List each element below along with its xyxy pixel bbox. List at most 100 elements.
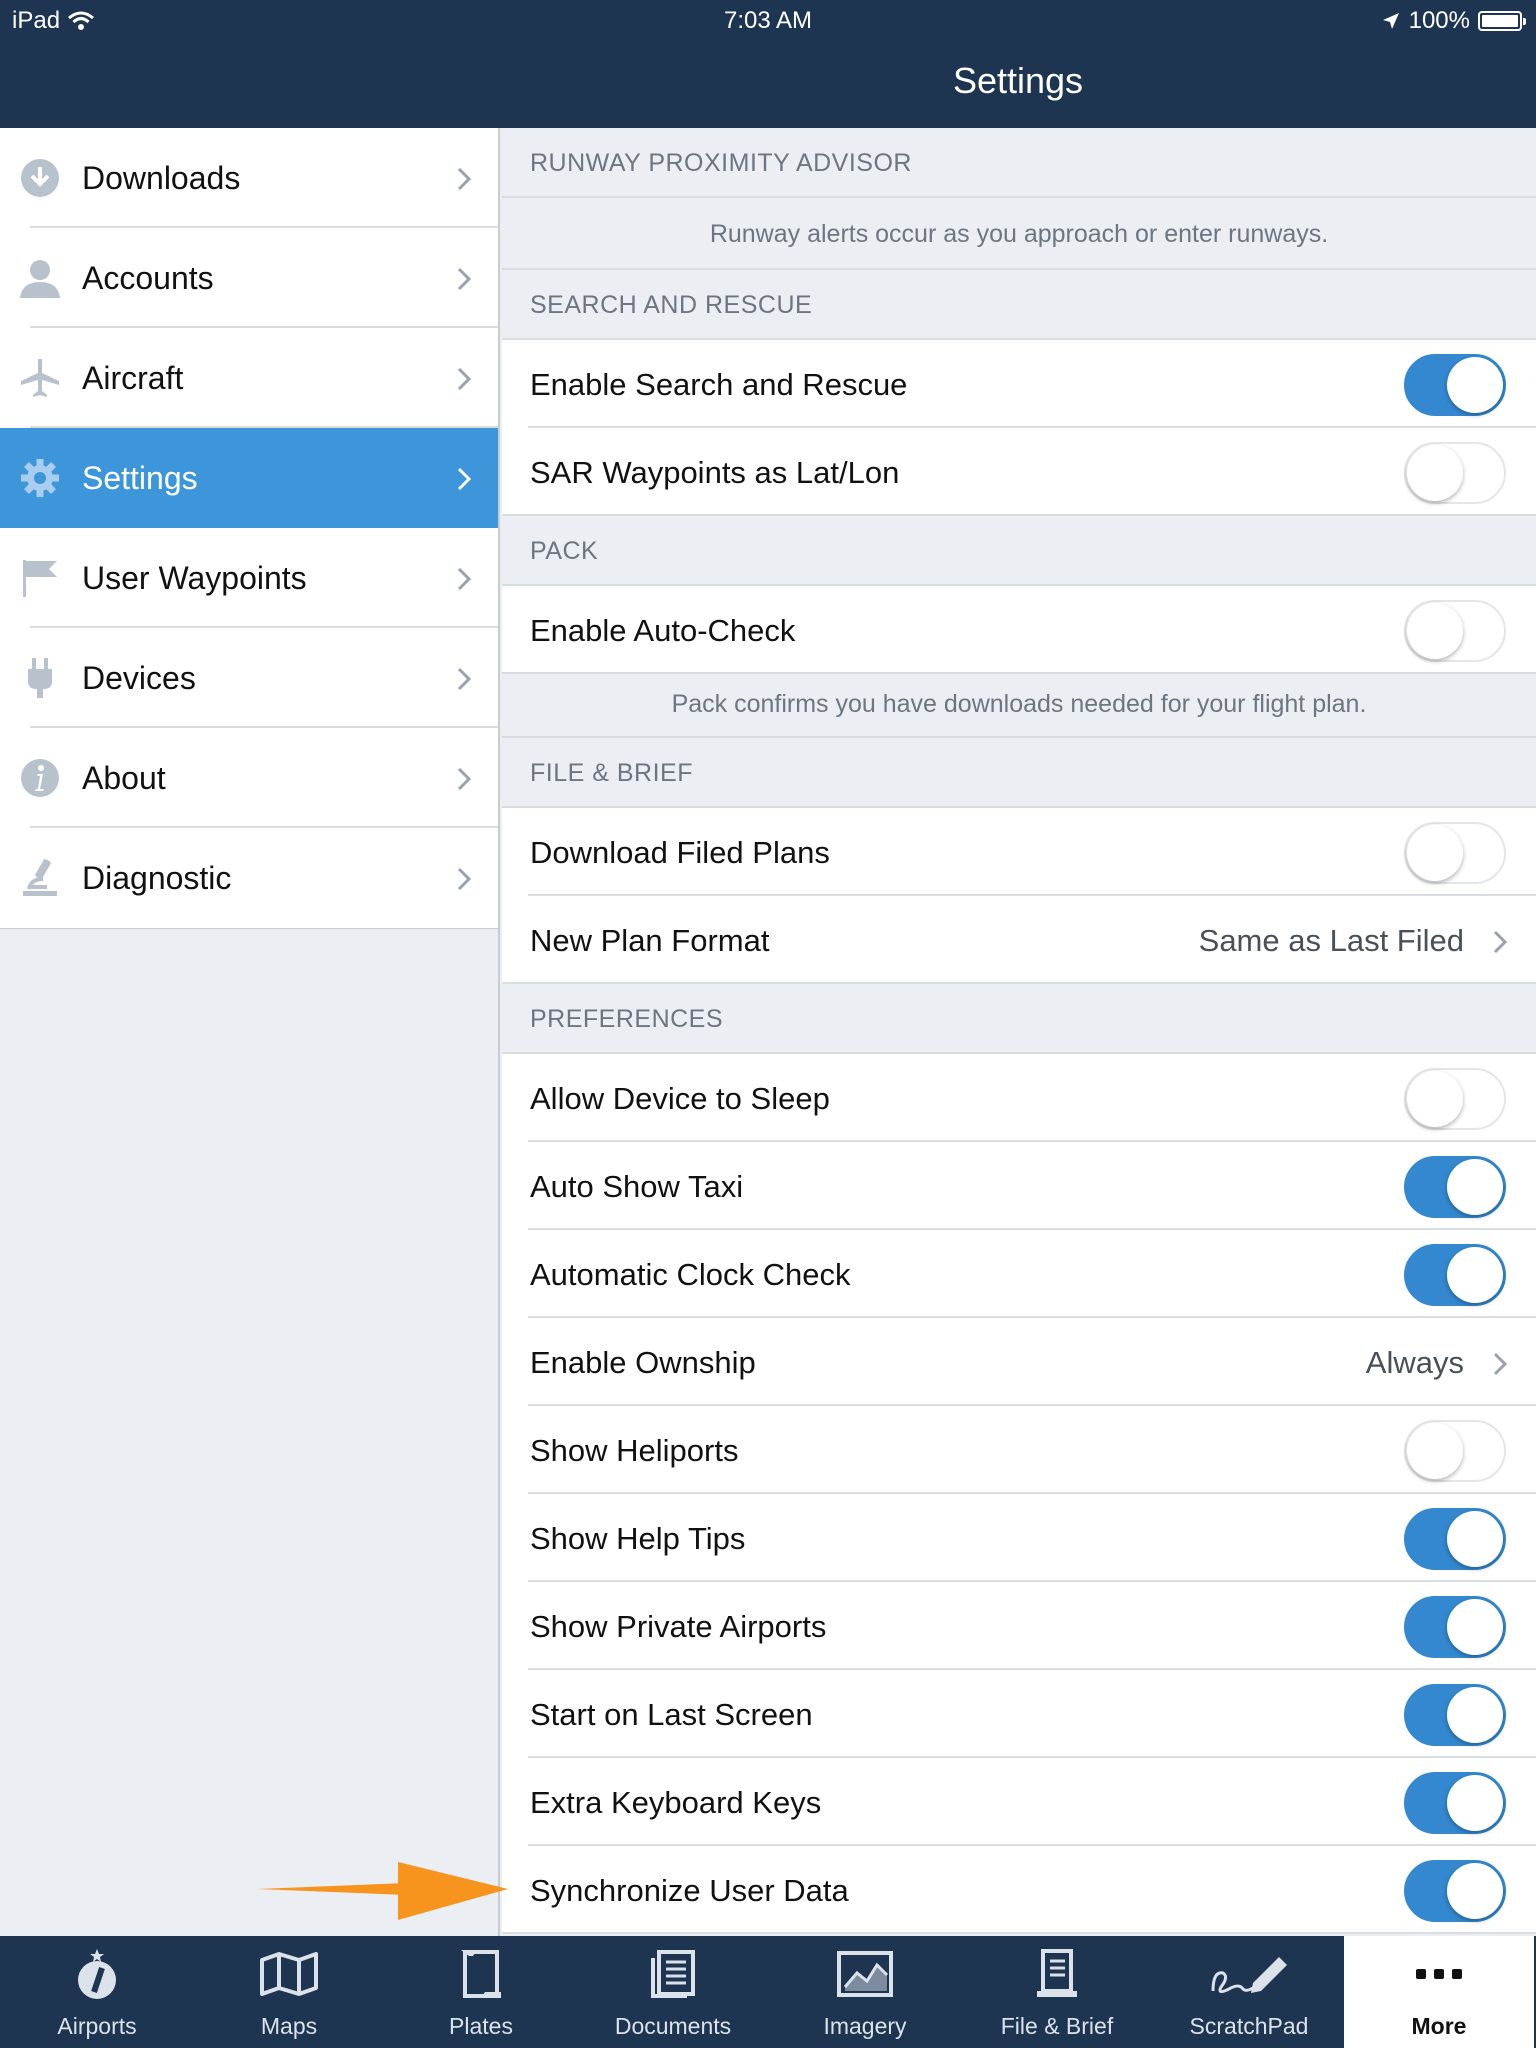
setting-label: Download Filed Plans xyxy=(530,835,830,870)
chevron-right-icon xyxy=(457,567,472,591)
battery-percent: 100% xyxy=(1408,7,1470,34)
chevron-right-icon xyxy=(457,667,472,691)
setting-label: Synchronize User Data xyxy=(530,1873,849,1908)
setting-label: SAR Waypoints as Lat/Lon xyxy=(530,455,900,490)
setting-label: New Plan Format xyxy=(530,923,770,958)
show-private-airports-toggle[interactable] xyxy=(1404,1596,1506,1658)
tab-bar: Airports Maps Plates Documents Imagery F… xyxy=(0,1936,1536,2048)
airplane-icon xyxy=(18,358,62,398)
sidebar-item-diagnostic[interactable]: Diagnostic xyxy=(0,828,498,928)
settings-panel: RUNWAY PROXIMITY ADVISOR Runway alerts o… xyxy=(502,128,1536,1936)
tab-documents[interactable]: Documents xyxy=(578,1936,768,2048)
group-file-brief: Download Filed Plans New Plan Format Sam… xyxy=(502,808,1536,984)
chevron-right-icon xyxy=(1493,930,1508,954)
map-icon xyxy=(194,1946,384,2002)
sidebar-item-label: About xyxy=(82,759,166,796)
airport-compass-icon xyxy=(2,1946,192,2002)
sidebar-item-accounts[interactable]: Accounts xyxy=(0,228,498,328)
setting-row: SAR Waypoints as Lat/Lon xyxy=(502,428,1536,516)
synchronize-user-data-toggle[interactable] xyxy=(1404,1860,1506,1922)
sidebar-item-label: Downloads xyxy=(82,159,241,196)
setting-row: Show Help Tips xyxy=(502,1494,1536,1582)
setting-label: Allow Device to Sleep xyxy=(530,1081,830,1116)
enable-search-rescue-toggle[interactable] xyxy=(1404,354,1506,416)
sidebar-item-label: Diagnostic xyxy=(82,859,232,896)
section-header-sar: SEARCH AND RESCUE xyxy=(502,270,1536,340)
setting-label: Automatic Clock Check xyxy=(530,1257,851,1292)
tab-file-brief[interactable]: File & Brief xyxy=(962,1936,1152,2048)
pen-icon xyxy=(1154,1946,1344,2002)
download-filed-plans-toggle[interactable] xyxy=(1404,822,1506,884)
tab-plates[interactable]: Plates xyxy=(386,1936,576,2048)
setting-row: Enable Auto-Check xyxy=(502,586,1536,674)
sidebar-item-user-waypoints[interactable]: User Waypoints xyxy=(0,528,498,628)
tab-more[interactable]: More xyxy=(1344,1936,1534,2048)
allow-device-sleep-toggle[interactable] xyxy=(1404,1068,1506,1130)
sidebar-item-label: User Waypoints xyxy=(82,559,307,596)
automatic-clock-check-toggle[interactable] xyxy=(1404,1244,1506,1306)
battery-icon xyxy=(1478,11,1526,31)
section-header-pack: PACK xyxy=(502,516,1536,586)
tab-label: Airports xyxy=(57,2013,137,2039)
chevron-right-icon xyxy=(457,267,472,291)
sidebar-item-aircraft[interactable]: Aircraft xyxy=(0,328,498,428)
more-dots-icon xyxy=(1344,1946,1534,2002)
clock: 7:03 AM xyxy=(723,7,813,34)
imagery-icon xyxy=(770,1946,960,2002)
setting-value: Same as Last Filed xyxy=(1198,923,1464,958)
setting-label: Show Help Tips xyxy=(530,1521,746,1556)
sar-waypoints-latlon-toggle[interactable] xyxy=(1404,442,1506,504)
tab-label: More xyxy=(1411,2013,1467,2039)
plates-icon xyxy=(386,1946,576,2002)
tab-scratchpad[interactable]: ScratchPad xyxy=(1154,1936,1344,2048)
sidebar-item-label: Devices xyxy=(82,659,196,696)
sidebar-item-about[interactable]: About xyxy=(0,728,498,828)
person-icon xyxy=(18,258,62,298)
section-header-file-brief: FILE & BRIEF xyxy=(502,738,1536,808)
chevron-right-icon xyxy=(1493,1352,1508,1376)
chevron-right-icon xyxy=(457,867,472,891)
sidebar-item-devices[interactable]: Devices xyxy=(0,628,498,728)
setting-row: Allow Device to Sleep xyxy=(502,1054,1536,1142)
tab-imagery[interactable]: Imagery xyxy=(770,1936,960,2048)
sidebar-item-label: Aircraft xyxy=(82,359,184,396)
sidebar-item-settings[interactable]: Settings xyxy=(0,428,498,528)
tab-label: Plates xyxy=(449,2013,513,2039)
setting-label: Show Heliports xyxy=(530,1433,739,1468)
setting-label: Start on Last Screen xyxy=(530,1697,813,1732)
group-sar: Enable Search and Rescue SAR Waypoints a… xyxy=(502,340,1536,516)
tab-label: File & Brief xyxy=(1000,2013,1114,2039)
tab-airports[interactable]: Airports xyxy=(2,1936,192,2048)
section-header-preferences: PREFERENCES xyxy=(502,984,1536,1054)
enable-ownship-row[interactable]: Enable Ownship Always xyxy=(502,1318,1536,1406)
tab-maps[interactable]: Maps xyxy=(194,1936,384,2048)
chevron-right-icon xyxy=(457,167,472,191)
section-footer-pack: Pack confirms you have downloads needed … xyxy=(502,674,1536,738)
setting-value: Always xyxy=(1365,1345,1464,1380)
auto-show-taxi-toggle[interactable] xyxy=(1404,1156,1506,1218)
page-title: Settings xyxy=(952,60,1084,101)
chevron-right-icon xyxy=(457,367,472,391)
setting-row: Start on Last Screen xyxy=(502,1670,1536,1758)
microscope-icon xyxy=(18,858,62,898)
new-plan-format-row[interactable]: New Plan Format Same as Last Filed xyxy=(502,896,1536,984)
start-on-last-screen-toggle[interactable] xyxy=(1404,1684,1506,1746)
plug-icon xyxy=(18,658,62,698)
sidebar-item-downloads[interactable]: Downloads xyxy=(0,128,498,228)
enable-auto-check-toggle[interactable] xyxy=(1404,600,1506,662)
setting-row: Enable Search and Rescue xyxy=(502,340,1536,428)
extra-keyboard-keys-toggle[interactable] xyxy=(1404,1772,1506,1834)
group-preferences: Allow Device to Sleep Auto Show Taxi Aut… xyxy=(502,1054,1536,1934)
setting-row: Download Filed Plans xyxy=(502,808,1536,896)
show-heliports-toggle[interactable] xyxy=(1404,1420,1506,1482)
setting-row: Extra Keyboard Keys xyxy=(502,1758,1536,1846)
setting-row: Show Private Airports xyxy=(502,1582,1536,1670)
download-icon xyxy=(18,158,62,198)
chevron-right-icon xyxy=(457,767,472,791)
setting-label: Auto Show Taxi xyxy=(530,1169,744,1204)
section-header-runway: RUNWAY PROXIMITY ADVISOR xyxy=(502,128,1536,198)
status-bar: iPad 7:03 AM 100% xyxy=(0,0,1536,40)
tab-label: Documents xyxy=(614,2013,732,2039)
show-help-tips-toggle[interactable] xyxy=(1404,1508,1506,1570)
chevron-right-icon xyxy=(457,467,472,491)
